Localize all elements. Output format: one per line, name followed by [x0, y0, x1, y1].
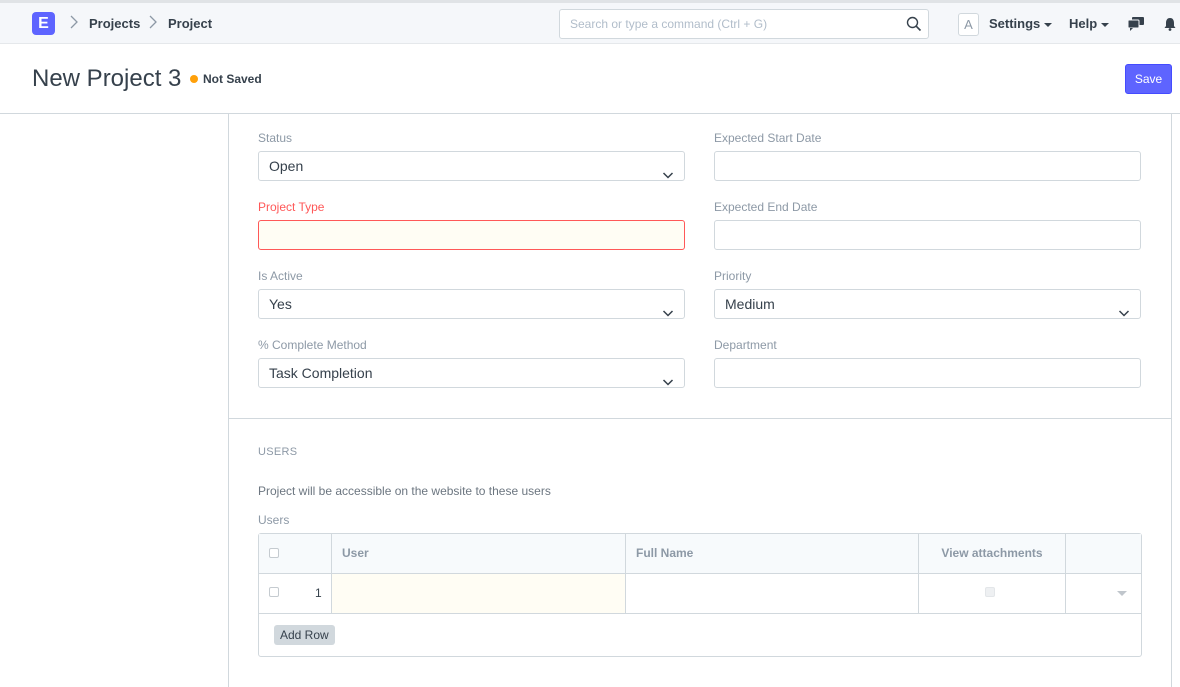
expected-start-date-label: Expected Start Date: [714, 131, 822, 145]
settings-label: Settings: [989, 16, 1041, 31]
settings-menu[interactable]: Settings: [989, 16, 1053, 31]
view-attachments-checkbox: [985, 587, 995, 597]
search-box: [559, 9, 929, 39]
breadcrumb-project[interactable]: Project: [168, 16, 212, 31]
expected-end-date-label: Expected End Date: [714, 200, 818, 214]
search-icon[interactable]: [906, 16, 922, 32]
row-checkbox[interactable]: [269, 587, 279, 597]
caret-down-icon: [1101, 22, 1110, 27]
page-head: New Project 3 Not Saved Save: [0, 44, 1180, 114]
priority-field: Priority Medium: [714, 269, 1141, 319]
department-field: Department: [714, 338, 1141, 388]
navbar: E Projects Project A Settings Help: [0, 0, 1180, 44]
complete-method-value: Task Completion: [269, 365, 373, 381]
status-value: Open: [269, 158, 304, 174]
users-table-label: Users: [258, 513, 290, 527]
chevron-right-icon: [149, 15, 157, 32]
status-label: Status: [258, 131, 293, 145]
full-name-cell[interactable]: [626, 574, 919, 613]
chevron-down-icon: [662, 299, 674, 317]
expected-start-date-field: Expected Start Date: [714, 131, 1141, 181]
project-type-label: Project Type: [258, 200, 325, 214]
complete-method-field: % Complete Method Task Completion: [258, 338, 685, 388]
chevron-down-icon: [1118, 299, 1130, 317]
priority-label: Priority: [714, 269, 752, 283]
chevron-down-icon: [662, 368, 674, 386]
users-table: User Full Name View attachments 1 Add Ro…: [258, 533, 1142, 657]
department-label: Department: [714, 338, 777, 352]
bell-icon[interactable]: [1164, 17, 1176, 36]
expected-start-date-input[interactable]: [714, 151, 1141, 181]
status-dot: [190, 75, 198, 83]
status-text: Not Saved: [203, 72, 262, 86]
form-body: Status Open Project Type Is Active Yes %…: [228, 114, 1172, 687]
column-header-actions: [1066, 534, 1141, 574]
column-header-full-name[interactable]: Full Name: [626, 534, 919, 574]
priority-select[interactable]: Medium: [714, 289, 1141, 319]
expected-end-date-input[interactable]: [714, 220, 1141, 250]
column-header-view-attachments[interactable]: View attachments: [919, 534, 1066, 574]
row-select-cell: 1: [259, 574, 332, 613]
help-menu[interactable]: Help: [1069, 16, 1110, 31]
status-field: Status Open: [258, 131, 685, 181]
priority-value: Medium: [725, 296, 775, 312]
users-section-title[interactable]: USERS: [258, 446, 297, 458]
is-active-label: Is Active: [258, 269, 303, 283]
status-select[interactable]: Open: [258, 151, 685, 181]
row-index: 1: [315, 586, 322, 600]
table-row[interactable]: 1: [259, 574, 1141, 614]
search-input[interactable]: [560, 10, 890, 38]
complete-method-select[interactable]: Task Completion: [258, 358, 685, 388]
project-type-input[interactable]: [258, 220, 685, 250]
department-input[interactable]: [714, 358, 1141, 388]
avatar[interactable]: A: [958, 13, 979, 36]
app-logo[interactable]: E: [32, 12, 55, 35]
row-actions-cell[interactable]: [1066, 574, 1141, 613]
section-divider: [229, 418, 1171, 419]
status-indicator: Not Saved: [190, 72, 262, 86]
users-section-description: Project will be accessible on the websit…: [258, 484, 551, 498]
is-active-value: Yes: [269, 296, 292, 312]
add-row-button[interactable]: Add Row: [274, 625, 335, 645]
chevron-down-icon: [662, 161, 674, 179]
table-header: User Full Name View attachments: [259, 534, 1141, 574]
breadcrumb-projects[interactable]: Projects: [89, 16, 140, 31]
caret-down-icon[interactable]: [1117, 591, 1127, 596]
expected-end-date-field: Expected End Date: [714, 200, 1141, 250]
page-title: New Project 3: [32, 65, 182, 92]
chevron-right-icon: [70, 15, 78, 32]
header-select-cell: [259, 534, 332, 574]
select-all-checkbox[interactable]: [269, 548, 279, 558]
chat-icon[interactable]: [1127, 17, 1144, 36]
help-label: Help: [1069, 16, 1098, 31]
view-attachments-cell: [919, 574, 1066, 613]
save-button[interactable]: Save: [1125, 64, 1172, 94]
column-header-user[interactable]: User: [332, 534, 626, 574]
user-cell[interactable]: [332, 574, 626, 613]
is-active-field: Is Active Yes: [258, 269, 685, 319]
project-type-field: Project Type: [258, 200, 685, 250]
complete-method-label: % Complete Method: [258, 338, 367, 352]
is-active-select[interactable]: Yes: [258, 289, 685, 319]
caret-down-icon: [1044, 22, 1053, 27]
